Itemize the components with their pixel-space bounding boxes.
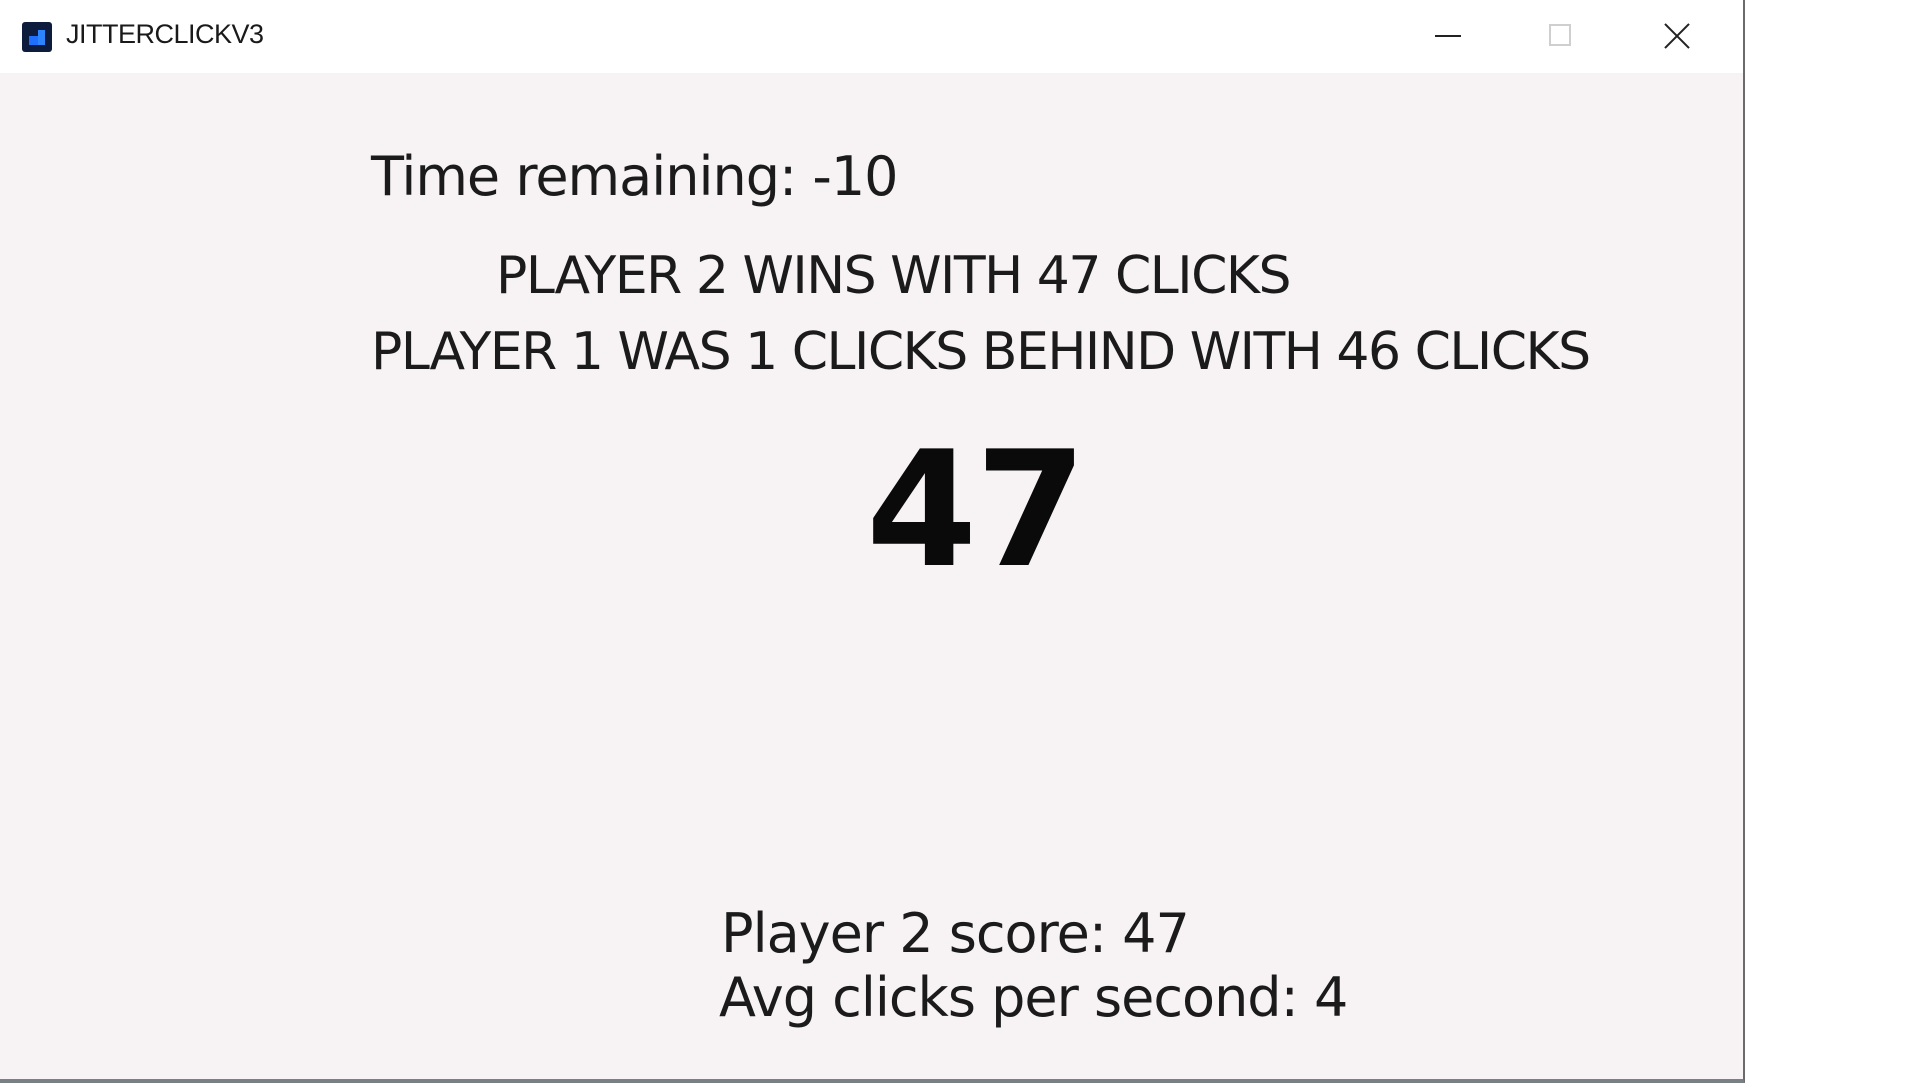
loser-message: PLAYER 1 WAS 1 CLICKS BEHIND WITH 46 CLI… xyxy=(371,322,1591,382)
time-remaining-label: Time remaining: -10 xyxy=(371,145,899,208)
app-icon-mark-left xyxy=(29,36,38,45)
app-icon[interactable] xyxy=(22,22,52,52)
app-icon-mark-right xyxy=(38,30,45,45)
app-window: JITTERCLICKV3 Time remaining: -10 PLAYER… xyxy=(0,0,1745,1083)
player-score-label: Player 2 score: 47 xyxy=(721,902,1190,965)
maximize-button[interactable] xyxy=(1505,0,1617,73)
maximize-icon xyxy=(1549,24,1571,46)
minimize-button[interactable] xyxy=(1389,0,1501,73)
close-icon xyxy=(1663,22,1691,50)
click-counter[interactable]: 47 xyxy=(866,430,1087,590)
close-button[interactable] xyxy=(1621,0,1733,73)
title-bar[interactable]: JITTERCLICKV3 xyxy=(0,0,1743,73)
avg-clicks-per-second-label: Avg clicks per second: 4 xyxy=(719,966,1348,1029)
minimize-icon xyxy=(1435,35,1461,37)
winner-message: PLAYER 2 WINS WITH 47 CLICKS xyxy=(496,246,1292,306)
window-title: JITTERCLICKV3 xyxy=(66,19,264,49)
